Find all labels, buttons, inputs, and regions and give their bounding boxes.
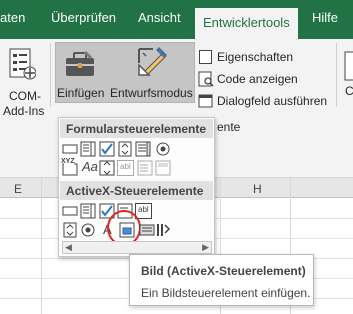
- column-divider: [41, 178, 42, 314]
- form-label-control[interactable]: Aa: [82, 159, 98, 174]
- activex-combobox-icon[interactable]: [80, 203, 96, 219]
- more-controls-icon[interactable]: [155, 222, 171, 238]
- design-mode-button[interactable]: Entwurfsmodus: [109, 43, 193, 103]
- properties-button[interactable]: Eigenschaften: [196, 47, 346, 67]
- form-radio-icon[interactable]: [155, 141, 171, 157]
- form-scrollbar-icon[interactable]: [99, 160, 115, 176]
- form-dropdown-icon[interactable]: [155, 160, 171, 176]
- form-checkbox-icon[interactable]: [99, 141, 115, 157]
- activex-togglebutton-icon[interactable]: [139, 222, 155, 238]
- form-textfield-label: abl: [120, 162, 131, 171]
- view-code-icon: [198, 71, 214, 87]
- form-groupbox-xyz-label: XYZ: [61, 158, 75, 165]
- com-addins-label-2: Add-Ins: [3, 104, 45, 118]
- tab-ansicht[interactable]: Ansicht: [138, 10, 181, 25]
- source-icon: [344, 51, 353, 81]
- column-header-e[interactable]: E: [14, 182, 22, 196]
- ribbon-tab-bar: aten Überprüfen Ansicht Entwicklertools …: [0, 0, 353, 39]
- controls-group-label: ente: [217, 120, 241, 134]
- com-addins-button[interactable]: COM- Add-Ins: [0, 45, 48, 118]
- right-group-label: C: [345, 84, 353, 98]
- tooltip-description: Ein Bildsteuerelement einfügen.: [141, 286, 311, 300]
- form-combolist-icon[interactable]: [137, 160, 153, 176]
- run-dialog-label: Dialogfeld ausführen: [217, 94, 328, 108]
- scroll-left-icon[interactable]: ◀: [65, 242, 72, 253]
- activex-button-icon[interactable]: [62, 203, 78, 219]
- toolbox-icon: [66, 51, 94, 76]
- view-code-button[interactable]: Code anzeigen: [196, 69, 346, 89]
- run-dialog-icon: [198, 94, 213, 108]
- form-combobox-icon[interactable]: [80, 141, 96, 157]
- design-mode-icon: [138, 47, 167, 76]
- tab-ueberpruefen[interactable]: Überprüfen: [51, 10, 116, 25]
- group-divider-right: [336, 43, 337, 107]
- control-tooltip: Bild (ActiveX-Steuerelement) Ein Bildste…: [129, 254, 314, 306]
- tab-hilfe[interactable]: Hilfe: [312, 10, 338, 25]
- activex-scrollbar-icon[interactable]: [62, 222, 78, 238]
- form-button-icon[interactable]: [62, 141, 78, 157]
- group-divider: [50, 43, 51, 107]
- view-code-label: Code anzeigen: [217, 72, 298, 86]
- design-mode-label: Entwurfsmodus: [110, 86, 193, 100]
- tab-entwicklertools[interactable]: Entwicklertools: [195, 8, 298, 39]
- gallery-scrollbar[interactable]: ◀ ▶: [62, 241, 212, 254]
- form-controls-header: Formularsteuerelemente: [60, 119, 213, 138]
- insert-label: Einfügen: [57, 86, 105, 100]
- tooltip-title: Bild (ActiveX-Steuerelement): [141, 264, 306, 278]
- properties-label: Eigenschaften: [217, 50, 294, 64]
- run-dialog-button[interactable]: Dialogfeld ausführen: [196, 91, 346, 111]
- com-addins-label-1: COM-: [9, 89, 41, 103]
- activex-optionbutton-icon[interactable]: [80, 222, 96, 238]
- form-listbox-icon[interactable]: [135, 141, 151, 157]
- insert-controls-button[interactable]: Einfügen: [56, 43, 106, 103]
- activex-controls-header: ActiveX-Steuerelemente: [60, 181, 213, 200]
- form-textfield-icon[interactable]: abl: [117, 160, 134, 176]
- form-spinner-icon[interactable]: [117, 141, 133, 157]
- tab-daten[interactable]: aten: [0, 10, 25, 25]
- com-addins-icon: [9, 48, 36, 80]
- column-header-h[interactable]: H: [253, 182, 262, 196]
- scroll-right-icon[interactable]: ▶: [202, 242, 209, 253]
- properties-icon: [199, 50, 212, 64]
- insert-controls-dropdown: Formularsteuerelemente XYZ Aa abl Active…: [58, 117, 215, 257]
